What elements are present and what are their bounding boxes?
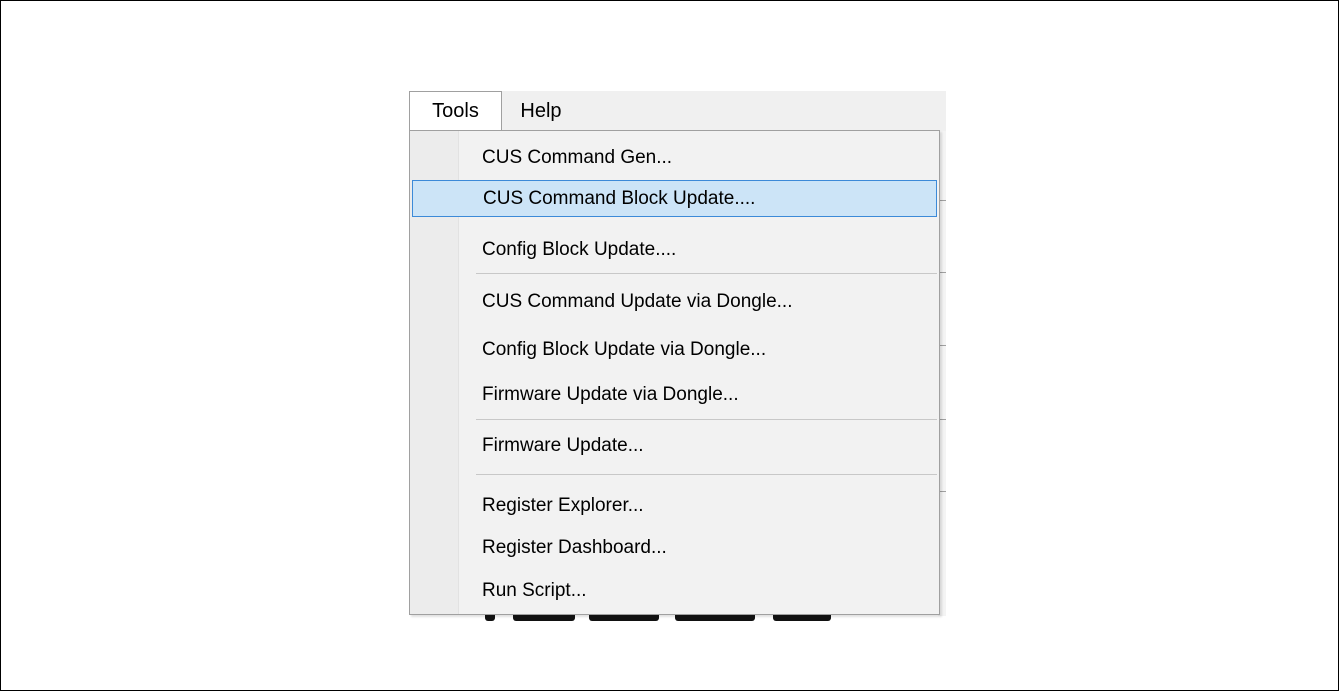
- menu-item-register-dashboard[interactable]: Register Dashboard...: [412, 529, 937, 566]
- menu-item-register-explorer[interactable]: Register Explorer...: [412, 487, 937, 524]
- menu-separator: [476, 474, 937, 475]
- background-text-glyph: [485, 615, 495, 621]
- background-text-glyph: [675, 615, 755, 621]
- background-text-glyph: [513, 615, 575, 621]
- menu-separator: [476, 419, 937, 420]
- menu-item-cus-command-gen[interactable]: CUS Command Gen...: [412, 139, 937, 176]
- menu-item-config-block-update-via-dongle[interactable]: Config Block Update via Dongle...: [412, 331, 937, 368]
- background-text-glyph: [773, 615, 831, 621]
- background-text-glyph: [589, 615, 659, 621]
- menu-item-config-block-update[interactable]: Config Block Update....: [412, 231, 937, 268]
- menu-tools[interactable]: Tools: [409, 91, 502, 131]
- menu-item-cus-command-block-update[interactable]: CUS Command Block Update....: [412, 180, 937, 217]
- background-text-fragment: [485, 615, 865, 623]
- tools-dropdown-menu: CUS Command Gen... CUS Command Block Upd…: [409, 130, 940, 615]
- menu-item-cus-command-update-via-dongle[interactable]: CUS Command Update via Dongle...: [412, 283, 937, 320]
- menu-separator: [476, 273, 937, 274]
- menu-bar: Tools Help: [409, 91, 946, 131]
- menu-item-run-script[interactable]: Run Script...: [412, 572, 937, 609]
- menu-item-firmware-update-via-dongle[interactable]: Firmware Update via Dongle...: [412, 376, 937, 413]
- menu-item-firmware-update[interactable]: Firmware Update...: [412, 427, 937, 464]
- menu-help[interactable]: Help: [502, 91, 580, 131]
